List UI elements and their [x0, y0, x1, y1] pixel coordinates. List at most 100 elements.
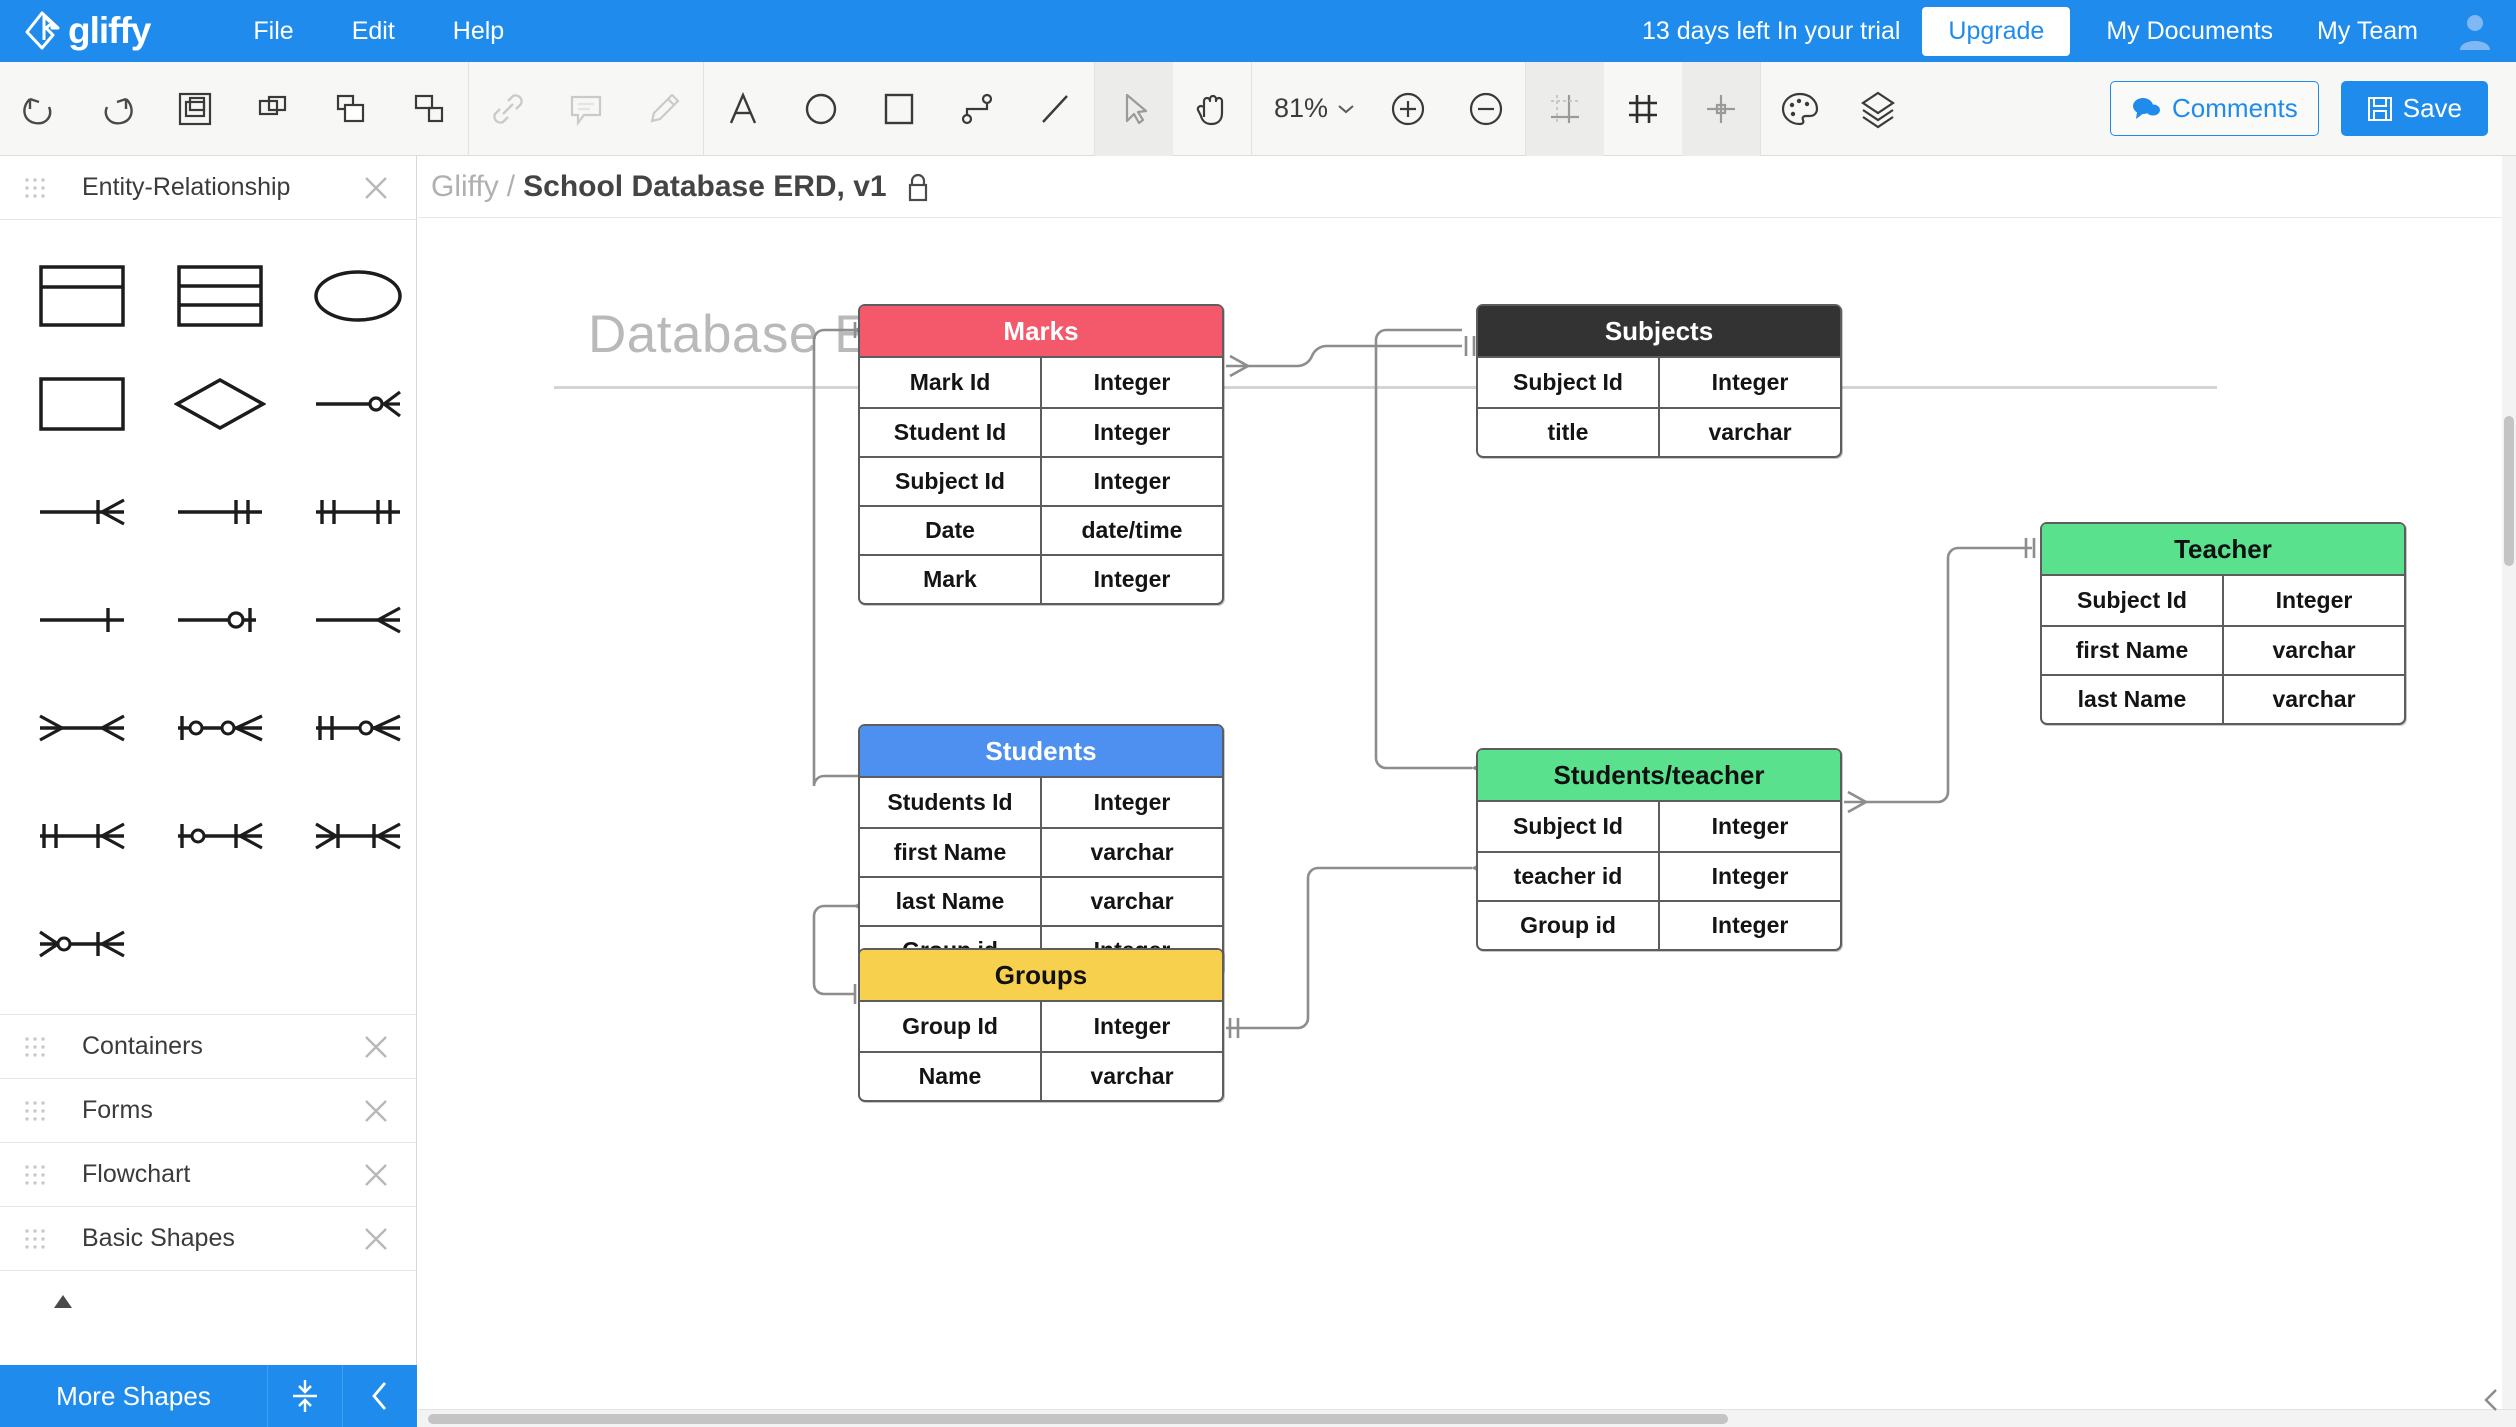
- shape-line-circle-crowsfoot[interactable]: [302, 350, 414, 458]
- table-row[interactable]: Student Id Integer: [860, 407, 1222, 456]
- entity-header[interactable]: Students/teacher: [1478, 750, 1840, 802]
- entity-groups[interactable]: Groups Group Id Integer Name varchar: [858, 948, 1224, 1102]
- zoom-level-select[interactable]: 81%: [1252, 62, 1369, 156]
- shape-ellipse[interactable]: [302, 242, 414, 350]
- undo-button[interactable]: [0, 62, 78, 156]
- shape-double-bar-double-bar[interactable]: [302, 458, 414, 566]
- table-row[interactable]: first Name varchar: [860, 827, 1222, 876]
- menu-help[interactable]: Help: [437, 0, 520, 62]
- rectangle-tool-button[interactable]: [860, 62, 938, 156]
- sidebar-section-entity-relationship[interactable]: Entity-Relationship: [0, 156, 416, 220]
- close-icon[interactable]: [362, 1033, 390, 1061]
- shape-crowsfoot-bar-bar-crowsfoot[interactable]: [302, 782, 414, 890]
- grid-button[interactable]: [1604, 62, 1682, 156]
- comment-shape-button[interactable]: [547, 62, 625, 156]
- sidebar-section-basic-shapes[interactable]: Basic Shapes: [0, 1207, 416, 1271]
- table-row[interactable]: Subject Id Integer: [1478, 802, 1840, 851]
- sidebar-section-containers[interactable]: Containers: [0, 1015, 416, 1079]
- palette-button[interactable]: [1761, 62, 1839, 156]
- breadcrumb-root[interactable]: Gliffy: [431, 170, 499, 204]
- redo-button[interactable]: [78, 62, 156, 156]
- shape-double-bar-circle-crowsfoot[interactable]: [302, 674, 414, 782]
- table-row[interactable]: Group id Integer: [1478, 900, 1840, 949]
- table-row[interactable]: Name varchar: [860, 1051, 1222, 1100]
- hand-tool-button[interactable]: [1173, 62, 1251, 156]
- shape-line-crowsfoot[interactable]: [26, 458, 138, 566]
- text-tool-button[interactable]: [704, 62, 782, 156]
- menu-edit[interactable]: Edit: [336, 0, 411, 62]
- avatar-icon[interactable]: [2458, 12, 2492, 50]
- table-row[interactable]: Subject Id Integer: [860, 456, 1222, 505]
- ungroup-button[interactable]: [234, 62, 312, 156]
- shape-diamond[interactable]: [164, 350, 276, 458]
- table-row[interactable]: Subject Id Integer: [1478, 358, 1840, 407]
- table-row[interactable]: last Name varchar: [2042, 674, 2404, 723]
- close-icon[interactable]: [362, 174, 390, 202]
- sidebar-section-flowchart[interactable]: Flowchart: [0, 1143, 416, 1207]
- save-button[interactable]: Save: [2340, 81, 2488, 136]
- table-row[interactable]: Date date/time: [860, 505, 1222, 554]
- close-icon[interactable]: [362, 1225, 390, 1253]
- shape-line-double-bar[interactable]: [164, 458, 276, 566]
- bring-to-front-button[interactable]: [312, 62, 390, 156]
- table-row[interactable]: Subject Id Integer: [2042, 576, 2404, 625]
- canvas-area[interactable]: Gliffy / School Database ERD, v1 Databas…: [418, 156, 2516, 1427]
- shape-line-crowsfoot-open[interactable]: [302, 566, 414, 674]
- table-row[interactable]: Mark Integer: [860, 554, 1222, 603]
- vertical-scrollbar[interactable]: [2502, 156, 2516, 1427]
- horizontal-scrollbar[interactable]: [418, 1409, 2516, 1427]
- shape-bar-circle-bar-crowsfoot[interactable]: [164, 782, 276, 890]
- shape-entity-two-row[interactable]: [26, 242, 138, 350]
- shape-rectangle[interactable]: [26, 350, 138, 458]
- more-shapes-button[interactable]: More Shapes: [0, 1381, 267, 1412]
- table-row[interactable]: Mark Id Integer: [860, 358, 1222, 407]
- group-button[interactable]: [156, 62, 234, 156]
- shape-line-circle-bar[interactable]: [164, 566, 276, 674]
- highlighter-button[interactable]: [625, 62, 703, 156]
- sidebar-section-forms[interactable]: Forms: [0, 1079, 416, 1143]
- link-button[interactable]: [469, 62, 547, 156]
- table-row[interactable]: Students Id Integer: [860, 778, 1222, 827]
- my-documents-link[interactable]: My Documents: [2106, 17, 2273, 46]
- collapse-panel-button[interactable]: [267, 1365, 342, 1427]
- shape-crowsfoot-circle-bar-crowsfoot[interactable]: [26, 890, 138, 998]
- close-icon[interactable]: [362, 1097, 390, 1125]
- ellipse-tool-button[interactable]: [782, 62, 860, 156]
- entity-header[interactable]: Subjects: [1478, 306, 1840, 358]
- shape-line-single-bar[interactable]: [26, 566, 138, 674]
- send-to-back-button[interactable]: [390, 62, 468, 156]
- zoom-in-button[interactable]: [1369, 62, 1447, 156]
- entity-students-teacher[interactable]: Students/teacher Subject Id Integer teac…: [1476, 748, 1842, 951]
- table-row[interactable]: Group Id Integer: [860, 1002, 1222, 1051]
- entity-header[interactable]: Students: [860, 726, 1222, 778]
- table-row[interactable]: first Name varchar: [2042, 625, 2404, 674]
- entity-header[interactable]: Teacher: [2042, 524, 2404, 576]
- connector-tool-button[interactable]: [938, 62, 1016, 156]
- pointer-tool-button[interactable]: [1095, 61, 1173, 156]
- entity-teacher[interactable]: Teacher Subject Id Integer first Name va…: [2040, 522, 2406, 725]
- table-row[interactable]: title varchar: [1478, 407, 1840, 456]
- close-icon[interactable]: [362, 1161, 390, 1189]
- snap-button[interactable]: [1682, 61, 1761, 156]
- entity-header[interactable]: Groups: [860, 950, 1222, 1002]
- shape-double-bar-crowsfoot[interactable]: [26, 782, 138, 890]
- document-title[interactable]: School Database ERD, v1: [523, 170, 886, 204]
- entity-students[interactable]: Students Students Id Integer first Name …: [858, 724, 1224, 976]
- layers-button[interactable]: [1839, 62, 1917, 156]
- diagram-canvas[interactable]: Database ERD Marks Mark Id Integer Stude…: [418, 218, 2516, 1427]
- table-row[interactable]: last Name varchar: [860, 876, 1222, 925]
- menu-file[interactable]: File: [237, 0, 309, 62]
- hide-sidebar-button[interactable]: [342, 1365, 417, 1427]
- lock-icon[interactable]: [905, 171, 931, 203]
- comments-button[interactable]: Comments: [2110, 81, 2319, 136]
- expand-panel-icon[interactable]: [2480, 1387, 2506, 1413]
- shape-bar-circle-circle-crowsfoot[interactable]: [164, 674, 276, 782]
- vertical-scroll-thumb[interactable]: [2504, 416, 2514, 566]
- table-row[interactable]: teacher id Integer: [1478, 851, 1840, 900]
- entity-marks[interactable]: Marks Mark Id Integer Student Id Integer…: [858, 304, 1224, 605]
- rulers-button[interactable]: [1526, 61, 1605, 156]
- zoom-out-button[interactable]: [1447, 62, 1525, 156]
- upgrade-button[interactable]: Upgrade: [1922, 6, 2071, 56]
- my-team-link[interactable]: My Team: [2317, 17, 2418, 46]
- entity-header[interactable]: Marks: [860, 306, 1222, 358]
